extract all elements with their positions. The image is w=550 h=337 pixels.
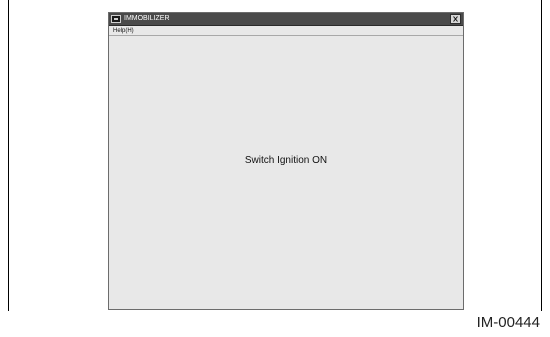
figure-id: IM-00444 <box>476 314 540 331</box>
right-border-line <box>541 0 542 311</box>
menu-item-help[interactable]: Help(H) <box>113 27 134 35</box>
left-border-line <box>8 0 9 311</box>
menu-bar: Help(H) <box>109 26 463 36</box>
title-bar[interactable]: IMMOBILIZER <box>109 13 463 26</box>
window-app-icon[interactable] <box>111 15 121 23</box>
document-page: IMMOBILIZER Help(H) Switch Ignition ON I… <box>0 0 550 337</box>
status-message: Switch Ignition ON <box>244 155 328 166</box>
close-icon <box>453 16 458 22</box>
window-title: IMMOBILIZER <box>124 15 170 22</box>
immobilizer-window: IMMOBILIZER Help(H) Switch Ignition ON <box>108 12 464 310</box>
close-button[interactable] <box>450 14 461 24</box>
message-area: Switch Ignition ON <box>109 36 463 309</box>
